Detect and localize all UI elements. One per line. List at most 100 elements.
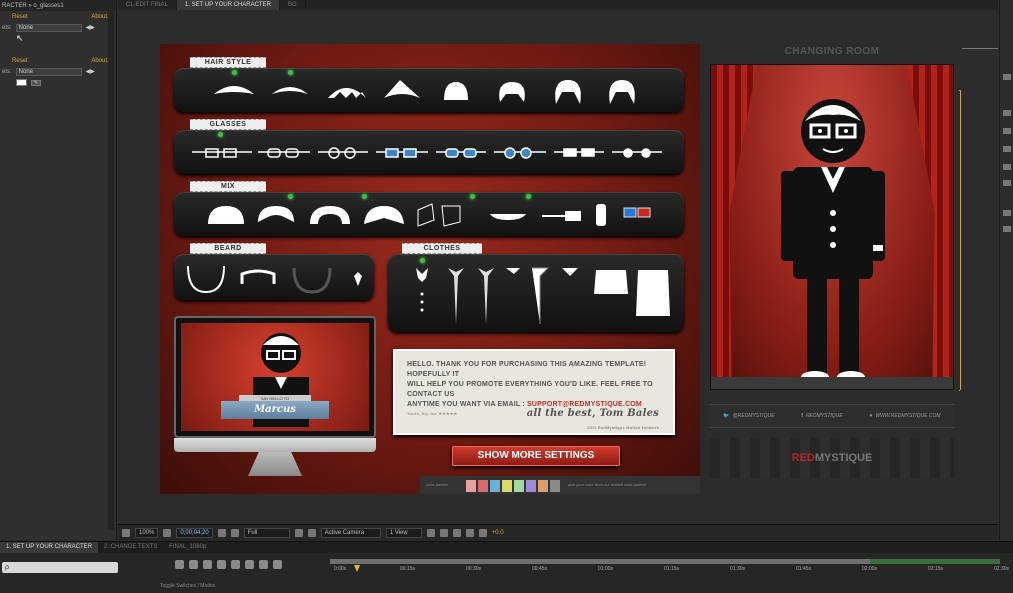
camera-icon[interactable] [217, 528, 226, 537]
after-effects-window: RACTER » o_glasses1 Reset About... ets: … [0, 0, 1013, 593]
tab-set-up-character[interactable]: 1. SET UP YOUR CHARACTER [176, 0, 280, 10]
note-line: HELLO. THANK YOU FOR PURCHASING THIS AMA… [407, 361, 647, 378]
zoom-select[interactable]: 100% [135, 527, 159, 538]
social-item[interactable]: 🐦 @REDMYSTIQUE [723, 413, 774, 419]
lock-icon[interactable] [273, 560, 282, 569]
ruler-tick: 01:30s [730, 566, 746, 572]
exposure-icon[interactable] [478, 528, 487, 537]
transparency-icon[interactable] [307, 528, 316, 537]
monitor-stand [248, 452, 302, 476]
stage-floor [711, 377, 953, 389]
facebook-icon: f [801, 413, 803, 419]
clothes-option-icons[interactable] [406, 264, 678, 328]
color-swatch[interactable] [16, 79, 27, 86]
social-text: WWW.REDMYSTIQUE.COM [875, 413, 941, 419]
toggle-switches-modes[interactable]: Toggle Switches / Modes [160, 583, 215, 589]
graph-editor-icon[interactable] [245, 560, 254, 569]
grid-icon[interactable] [122, 528, 130, 537]
guide-line [960, 90, 961, 390]
time-ruler[interactable]: 0:00s 00:15s 00:30s 00:45s 01:00s 01:15s 01:30… [330, 557, 1010, 579]
panel-icon[interactable] [1003, 110, 1011, 116]
social-item[interactable]: f REDMYSTIQUE [801, 413, 842, 419]
mix-option-icons[interactable] [204, 200, 654, 230]
selected-indicator [218, 132, 223, 137]
right-tools-panel [999, 0, 1013, 540]
ruler-tick: 02:30s [994, 566, 1010, 572]
show-more-settings-button[interactable]: SHOW MORE SETTINGS [452, 446, 620, 466]
palette-swatch[interactable] [502, 480, 512, 492]
ruler-tick: 01:45s [796, 566, 812, 572]
palette-swatch[interactable] [490, 480, 500, 492]
tab-cl-edit-final[interactable]: CL-EDIT FINAL [118, 0, 177, 10]
preset-arrows-icon[interactable]: ◀▶ [86, 24, 95, 31]
resolution-select[interactable]: Full [243, 527, 290, 538]
ruler-tick: 01:15s [664, 566, 680, 572]
palette-swatch[interactable] [514, 480, 524, 492]
roi-icon[interactable] [294, 528, 303, 537]
palette-swatch[interactable] [550, 480, 560, 492]
support-email[interactable]: SUPPORT@REDMYSTIQUE.COM [527, 401, 642, 408]
curtain-left [711, 65, 757, 389]
social-item[interactable]: ♥ WWW.REDMYSTIQUE.COM [869, 413, 940, 419]
camera-select[interactable]: Active Camera [320, 527, 381, 538]
palette-hint: pick your color from our default color p… [568, 482, 646, 487]
view-select[interactable]: 1 View [385, 527, 422, 538]
palette-swatch[interactable] [478, 480, 488, 492]
hair-option-icons[interactable] [204, 78, 654, 106]
template-stage[interactable]: HAIR STYLE GLASSES MIX BEARD CLOTHES SAY… [160, 44, 959, 494]
panel-icon[interactable] [1003, 226, 1011, 232]
panel-icon[interactable] [1003, 146, 1011, 152]
brainstorm-icon[interactable] [231, 560, 240, 569]
panel-scrollbar[interactable] [108, 10, 114, 530]
timeline-tab-final[interactable]: FINAL_1080p [163, 542, 212, 553]
timeline-tab-change-texts[interactable]: 2. CHANGE TEXTS [98, 542, 163, 553]
viewer-controls: 100% 0;00;04;20 Full Active Camera 1 Vie… [118, 524, 998, 540]
timeline-switches [175, 560, 282, 569]
panel-icon[interactable] [1003, 74, 1011, 80]
beard-option-icons[interactable] [184, 258, 368, 296]
timeline-search-input[interactable]: ρ [2, 562, 118, 573]
palette-swatch[interactable] [526, 480, 536, 492]
palette-swatch[interactable] [538, 480, 548, 492]
shy-icon[interactable] [189, 560, 198, 569]
tab-bg[interactable]: BG [280, 0, 306, 10]
playhead[interactable] [354, 565, 360, 572]
glasses-option-icons[interactable] [192, 144, 672, 162]
frame-blending-icon[interactable] [203, 560, 212, 569]
panel-icon[interactable] [1003, 210, 1011, 216]
channel-icon[interactable] [230, 528, 239, 537]
timeline-icon[interactable] [452, 528, 461, 537]
panel-icon[interactable] [1003, 128, 1011, 134]
changing-room-panel: CHANGING ROOM 🐦 @REDMYSTIQUE f REDMYSTIQ… [705, 44, 959, 494]
selected-indicator [526, 194, 531, 199]
palette-swatch[interactable] [466, 480, 476, 492]
flowchart-icon[interactable] [465, 528, 474, 537]
eyedropper-icon[interactable]: ✎ [31, 79, 41, 86]
cached-region [870, 559, 1000, 564]
ruler-tick: 0:00s [334, 566, 347, 572]
preset-select[interactable]: None [15, 67, 82, 76]
panel-icon[interactable] [1003, 164, 1011, 170]
social-text: REDMYSTIQUE [805, 413, 843, 419]
reset-link[interactable]: Reset [12, 14, 28, 20]
exposure-value[interactable]: +0.0 [492, 530, 504, 536]
panel-icon[interactable] [1003, 180, 1011, 186]
preview-monitor: SAY HELLO TO Marcus [174, 316, 376, 484]
preset-arrows-icon[interactable]: ◀▶ [86, 68, 95, 75]
keyframe-icon[interactable] [259, 560, 268, 569]
social-links: 🐦 @REDMYSTIQUE f REDMYSTIQUE ♥ WWW.REDMYSTI… [710, 404, 954, 428]
timecode-field[interactable]: 0;00;04;20 [176, 527, 213, 538]
preset-select[interactable]: None [15, 23, 82, 32]
overlay-icon[interactable] [163, 528, 172, 537]
toggle-icon[interactable] [426, 528, 435, 537]
note-rating: Yours, Sly Joe ★★★★★ [407, 411, 458, 416]
changing-room-stage [710, 64, 954, 390]
work-area-bar[interactable] [330, 559, 870, 564]
fast-preview-icon[interactable] [439, 528, 448, 537]
timeline-tab-set-up-character[interactable]: 1. SET UP YOUR CHARACTER [0, 542, 99, 553]
motion-blur-icon[interactable] [217, 560, 226, 569]
comp-mini-flowchart-icon[interactable] [175, 560, 184, 569]
reset-link[interactable]: Reset [12, 58, 28, 64]
selected-indicator [232, 70, 237, 75]
preset-row: ets: None ◀▶ [0, 66, 116, 77]
